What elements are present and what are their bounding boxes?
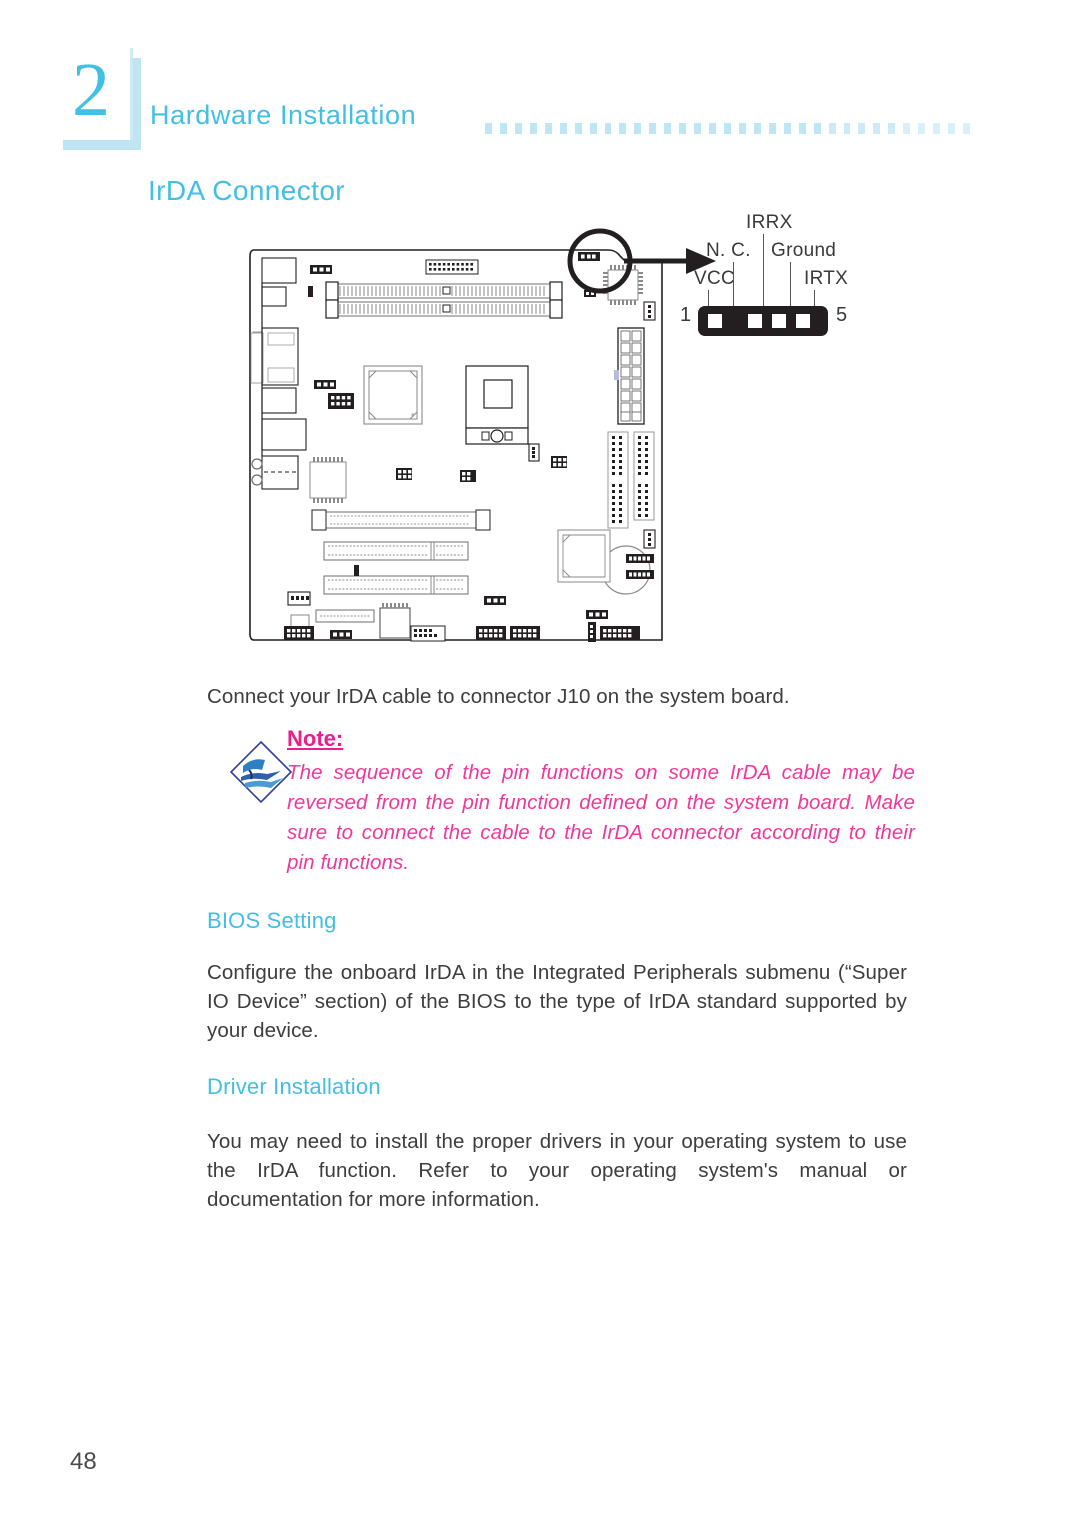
pin-label-ground: Ground — [771, 240, 837, 261]
pin-slot-1 — [708, 314, 722, 328]
pin-slot-4 — [772, 314, 786, 328]
system-board-diagram — [248, 228, 716, 650]
note-body: The sequence of the pin functions on som… — [287, 761, 915, 874]
note-title: Note: — [287, 726, 344, 751]
driver-installation-heading: Driver Installation — [207, 1074, 381, 1099]
leader-line-nc — [733, 262, 734, 306]
chapter-number: 2 — [72, 48, 110, 132]
leader-line-irrx — [763, 234, 764, 306]
magnifier-circle — [567, 228, 633, 294]
page-title: IrDA Connector — [148, 175, 346, 206]
pin-label-nc: N. C. — [706, 240, 751, 261]
pin-slot-3 — [748, 314, 762, 328]
pin-label-irrx: IRRX — [746, 212, 793, 233]
page-number: 48 — [70, 1448, 97, 1475]
irda-connector-pinout: IRRX N. C. Ground VCC IRTX 1 5 — [680, 212, 910, 347]
header-dotted-rule — [485, 120, 970, 136]
driver-installation-paragraph: You may need to install the proper drive… — [207, 1130, 907, 1211]
bios-setting-heading: BIOS Setting — [207, 908, 337, 933]
intro-paragraph: Connect your IrDA cable to connector J10… — [207, 685, 790, 708]
pin-label-irtx: IRTX — [804, 268, 849, 289]
pin-slot-5 — [796, 314, 810, 328]
pin-label-vcc: VCC — [694, 268, 736, 289]
pin-number-last: 5 — [836, 304, 848, 326]
connector-body — [698, 306, 828, 336]
leader-line-irtx — [814, 290, 815, 306]
leader-line-vcc — [708, 290, 709, 306]
pin-number-first: 1 — [680, 304, 692, 326]
leader-line-ground — [790, 262, 791, 306]
bios-setting-paragraph: Configure the onboard IrDA in the Integr… — [207, 961, 907, 1042]
chapter-title: Hardware Installation — [150, 100, 417, 130]
chapter-header: 2 Hardware Installation — [55, 48, 1015, 158]
